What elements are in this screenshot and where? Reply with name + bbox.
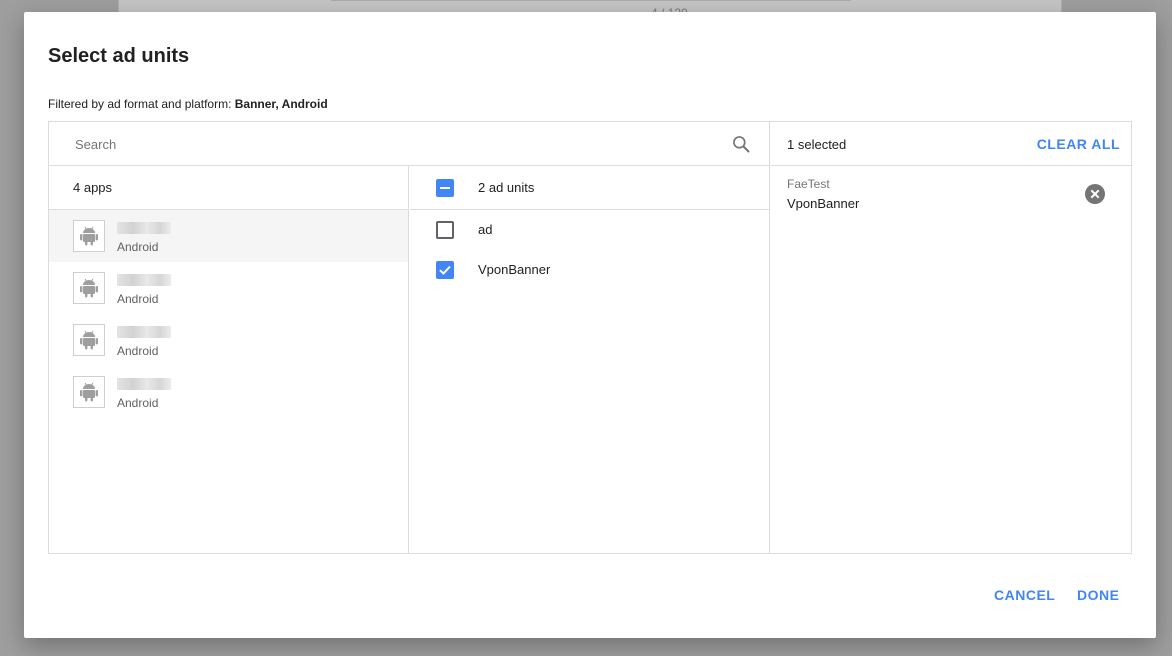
app-list-item[interactable]: Android — [49, 314, 408, 366]
app-platform: Android — [117, 396, 159, 410]
app-list-item[interactable]: Android — [49, 366, 408, 418]
selected-list: FaeTest VponBanner — [771, 166, 1132, 554]
app-icon — [73, 324, 105, 356]
apps-count: 4 apps — [49, 166, 408, 210]
search-bar — [49, 122, 770, 166]
selection-header: 1 selected CLEAR ALL — [771, 122, 1132, 166]
ad-unit-row[interactable]: ad — [410, 210, 769, 250]
android-icon — [80, 382, 98, 402]
search-icon[interactable] — [731, 134, 751, 154]
filter-value: Banner, Android — [234, 97, 328, 111]
select-all-checkbox[interactable] — [436, 179, 454, 197]
clear-all-button[interactable]: CLEAR ALL — [1037, 136, 1120, 152]
app-icon — [73, 272, 105, 304]
apps-column: 4 apps Android Android Android Android — [49, 166, 409, 554]
background-divider — [331, 0, 851, 1]
app-icon — [73, 220, 105, 252]
done-button[interactable]: DONE — [1077, 587, 1119, 603]
app-list-item[interactable]: Android — [49, 210, 408, 262]
select-ad-units-dialog: Select ad units Filtered by ad format an… — [24, 12, 1156, 638]
app-name-redacted — [117, 326, 171, 338]
search-input[interactable] — [73, 134, 713, 154]
ad-unit-label: VponBanner — [478, 262, 551, 277]
filter-prefix: Filtered by ad format and platform: — [48, 97, 235, 111]
app-platform: Android — [117, 344, 159, 358]
app-platform: Android — [117, 240, 159, 254]
app-name-redacted — [117, 222, 171, 234]
app-name-redacted — [117, 274, 171, 286]
app-platform: Android — [117, 292, 159, 306]
android-icon — [80, 330, 98, 350]
ad-unit-picker: 4 apps Android — [48, 121, 1132, 554]
android-icon — [80, 278, 98, 298]
ad-units-column: 2 ad units ad VponBanner — [410, 166, 770, 554]
app-icon — [73, 376, 105, 408]
selected-count: 1 selected — [787, 137, 847, 152]
ad-units-count: 2 ad units — [478, 180, 535, 195]
android-icon — [80, 226, 98, 246]
ad-unit-checkbox[interactable] — [436, 261, 454, 279]
ad-unit-row[interactable]: VponBanner — [410, 250, 769, 290]
ad-unit-label: ad — [478, 222, 493, 237]
checkmark-icon — [439, 265, 451, 275]
cancel-button[interactable]: CANCEL — [994, 587, 1055, 603]
app-list-item[interactable]: Android — [49, 262, 408, 314]
selected-item: FaeTest VponBanner — [771, 166, 1132, 222]
selected-item-unit: VponBanner — [787, 196, 860, 211]
ad-units-header: 2 ad units — [410, 166, 769, 210]
selected-item-app: FaeTest — [787, 177, 830, 191]
ad-unit-checkbox[interactable] — [436, 221, 454, 239]
filter-description: Filtered by ad format and platform: Bann… — [48, 97, 328, 111]
dialog-title: Select ad units — [48, 45, 190, 67]
remove-circle-icon[interactable] — [1085, 184, 1105, 204]
app-name-redacted — [117, 378, 171, 390]
